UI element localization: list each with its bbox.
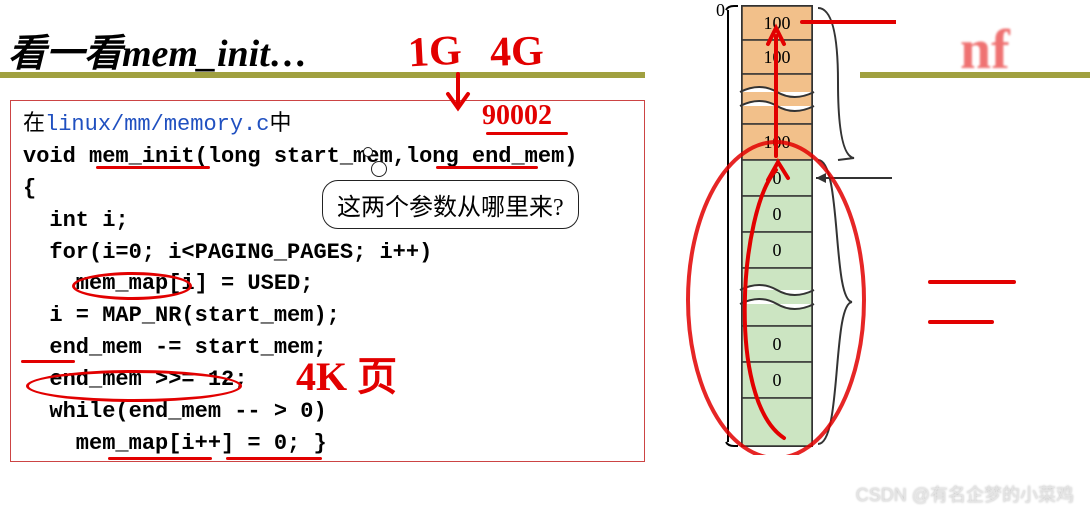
title-underline — [0, 72, 645, 78]
code-header-cn: 在 — [23, 110, 45, 135]
hw-scribble-line — [928, 280, 1016, 284]
code-line: end_mem -= start_mem; — [23, 332, 632, 364]
svg-text:0: 0 — [773, 370, 782, 390]
code-header-path: linux/mm/memory.c — [45, 112, 269, 137]
svg-text:0: 0 — [773, 240, 782, 260]
hw-underline-meminit — [96, 166, 210, 169]
hw-underline-assign0 — [226, 457, 322, 460]
hw-underline-end — [21, 360, 75, 363]
code-line: for(i=0; i<PAGING_PAGES; i++) — [23, 237, 632, 269]
code-line: mem_map[i++] = 0; } — [23, 428, 632, 460]
code-line: i = MAP_NR(start_mem); — [23, 300, 632, 332]
watermark: CSDN @有名企梦的小菜鸡 — [856, 481, 1074, 507]
hw-underline — [486, 132, 568, 135]
mem-zero-label: 0 — [716, 0, 725, 20]
svg-text:0: 0 — [773, 334, 782, 354]
handwritten-1g: 1G — [407, 27, 463, 78]
hw-underline-memmap2 — [108, 457, 212, 460]
memory-map-diagram: 0 100 100 100 0 0 0 0 0 — [656, 0, 896, 455]
handwritten-4g: 4G — [489, 27, 544, 77]
speech-bubble: 这两个参数从哪里来? — [322, 180, 579, 229]
hw-circle-shr12 — [26, 370, 242, 402]
handwritten-arrow-down-icon — [438, 72, 486, 120]
code-header: 在linux/mm/memory.c中 — [23, 107, 632, 141]
hw-scribble-line — [928, 320, 994, 324]
hw-underline-endmem — [436, 166, 538, 169]
slide-title: 看一看mem_init… — [8, 22, 308, 77]
hw-circle-memmap1 — [72, 272, 192, 300]
svg-text:0: 0 — [773, 204, 782, 224]
code-header-cn2: 中 — [269, 110, 291, 135]
